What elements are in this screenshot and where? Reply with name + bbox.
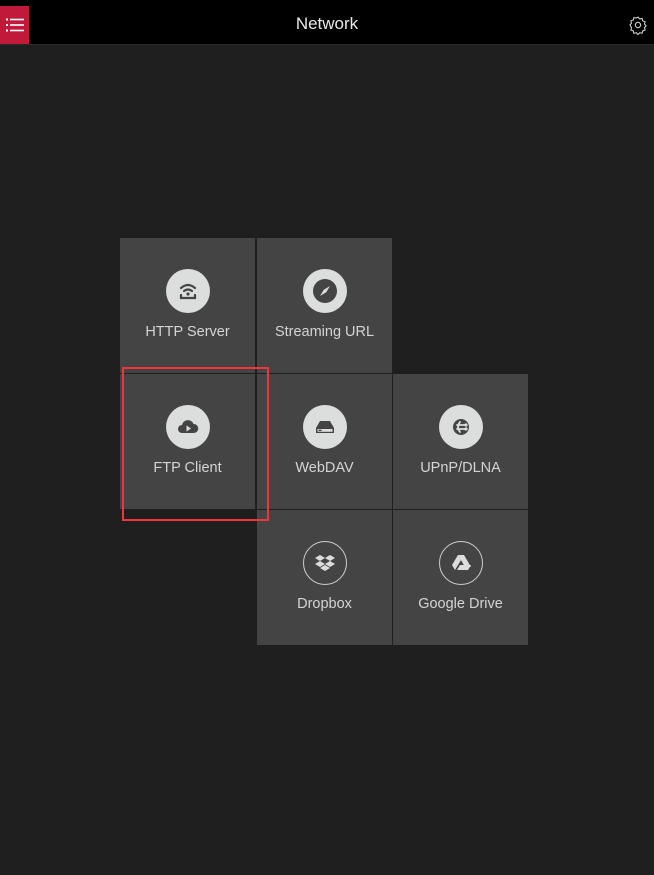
tile-ftp-client[interactable]: FTP Client [120,374,255,509]
top-bar: Network [0,0,654,44]
tile-shadow [120,510,256,520]
upnp-icon [438,405,483,449]
tile-webdav[interactable]: WebDAV [257,374,392,509]
divider [0,44,654,45]
cloud-play-icon [165,405,210,449]
tile-label: WebDAV [295,460,354,476]
compass-icon [302,269,347,313]
tile-dropbox[interactable]: Dropbox [257,510,392,645]
google-drive-icon [438,541,483,585]
drive-icon [302,405,347,449]
tile-label: Dropbox [297,596,352,612]
tile-streaming-url[interactable]: Streaming URL [257,238,392,373]
tile-google-drive[interactable]: Google Drive [393,510,528,645]
tile-http-server[interactable]: HTTP Server [120,238,255,373]
tile-label: HTTP Server [145,324,230,340]
tile-label: Google Drive [418,596,503,612]
settings-button[interactable] [628,15,648,36]
tile-upnp-dlna[interactable]: UPnP/DLNA [393,374,528,509]
tile-label: UPnP/DLNA [420,460,501,476]
dropbox-icon [302,541,347,585]
tile-label: Streaming URL [274,324,375,340]
page-title: Network [295,14,359,33]
wifi-server-icon [165,269,210,313]
gear-icon [629,16,647,36]
tile-label: FTP Client [153,460,222,476]
